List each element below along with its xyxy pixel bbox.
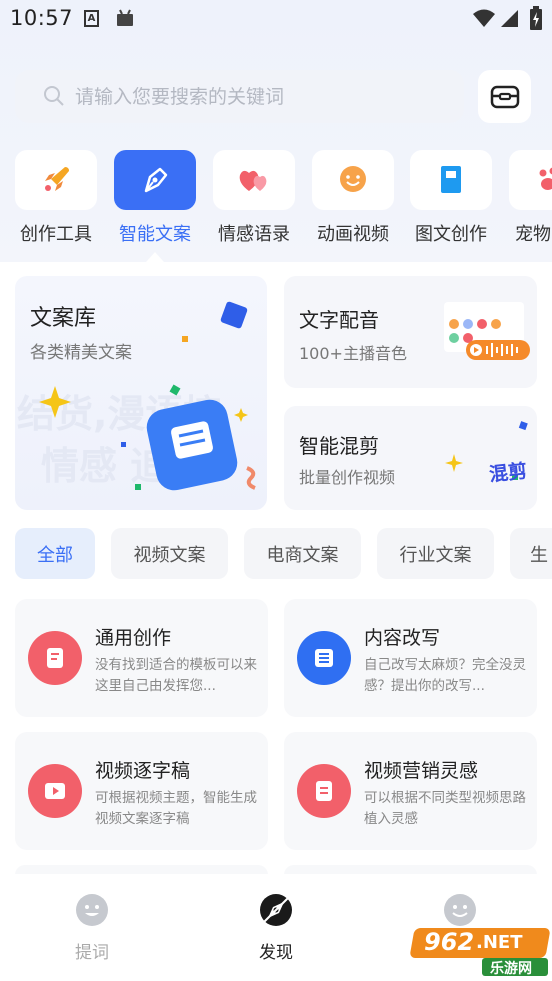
remix-badge: 混剪 (488, 460, 529, 486)
text-dubbing-card[interactable]: 文字配音 100+主播音色 (284, 276, 537, 388)
battery-icon (530, 6, 542, 30)
hearts-icon (239, 170, 267, 191)
pen-nib-icon (144, 167, 168, 193)
compass-icon (260, 894, 292, 926)
template-title: 视频逐字稿 (95, 760, 191, 782)
category-create-tools[interactable]: 创作工具 (15, 150, 97, 246)
search-input[interactable] (75, 80, 445, 113)
filter-tab-video-copy[interactable]: 视频文案 (111, 528, 228, 579)
document-icon (297, 764, 351, 818)
note-icon (28, 631, 82, 685)
face-icon (444, 894, 476, 926)
search-icon (44, 86, 64, 106)
category-label: 宠物 (515, 224, 551, 245)
paw-icon (539, 167, 552, 190)
category-label: 动画视频 (317, 224, 389, 245)
dubbing-subtitle: 100+主播音色 (299, 344, 407, 363)
category-smart-copy[interactable]: 智能文案 (114, 150, 196, 246)
notification-a-icon: A (84, 10, 99, 27)
status-time: 10:57 (10, 6, 74, 30)
book-icon (441, 166, 461, 193)
template-title: 视频营销灵感 (364, 760, 479, 782)
smart-remix-card[interactable]: 智能混剪 批量创作视频 混剪 (284, 406, 537, 510)
filter-tab-industry-copy[interactable]: 行业文案 (377, 528, 494, 579)
category-label: 创作工具 (20, 224, 92, 245)
template-card-video-script[interactable]: 视频逐字稿 可根据视频主题，智能生成视频文案逐字稿 (15, 732, 268, 850)
wifi-icon (473, 9, 495, 27)
inbox-icon (490, 85, 519, 108)
category-tile (410, 150, 492, 210)
category-label: 图文创作 (415, 224, 487, 245)
category-label: 智能文案 (119, 224, 191, 245)
nav-label: 提词 (75, 943, 109, 963)
list-icon (297, 631, 351, 685)
nav-tab-discover[interactable]: 发现 (236, 892, 316, 963)
category-row: 创作工具 智能文案 情感语录 动画视频 图文创作 宠物 (0, 150, 552, 250)
template-card-general[interactable]: 通用创作 没有找到适合的模板可以来这里自己由发挥您... (15, 599, 268, 717)
signal-icon (501, 10, 518, 27)
category-tile (509, 150, 552, 210)
active-category-pointer (146, 252, 164, 262)
template-desc: 可根据视频主题，智能生成视频文案逐字稿 (95, 790, 257, 827)
category-tile (15, 150, 97, 210)
dubbing-title: 文字配音 (299, 308, 379, 332)
filter-tab-more[interactable]: 生 (510, 528, 552, 579)
category-label: 情感语录 (218, 224, 290, 245)
nav-label: 发现 (259, 943, 293, 963)
video-play-icon (28, 764, 82, 818)
status-bar: 10:57 A (0, 0, 552, 40)
template-title: 通用创作 (95, 627, 172, 649)
voice-illustration (444, 302, 530, 360)
drafts-box-button[interactable] (478, 70, 531, 123)
template-desc: 自己改写太麻烦？完全没灵感？提出你的改写... (364, 657, 526, 694)
remix-title: 智能混剪 (299, 434, 379, 458)
copy-library-card[interactable]: 结货,漫语搞 情感 追剧 文案库 各类精美文案 (15, 276, 267, 510)
category-tile (213, 150, 295, 210)
template-title: 内容改写 (364, 627, 441, 649)
category-tile (312, 150, 394, 210)
site-watermark-logo: 962 .NET 乐游网 (409, 928, 551, 977)
library-illustration (39, 301, 256, 491)
category-emotion-quotes[interactable]: 情感语录 (213, 150, 295, 246)
filter-tab-ecommerce-copy[interactable]: 电商文案 (244, 528, 361, 579)
face-icon (76, 894, 108, 926)
filter-tabs: 全部 视频文案 电商文案 行业文案 生 (0, 528, 552, 580)
filter-tab-all[interactable]: 全部 (15, 528, 95, 579)
template-desc: 没有找到适合的模板可以来这里自己由发挥您... (95, 657, 257, 694)
template-desc: 可以根据不同类型视频思路植入灵感 (364, 790, 526, 827)
smiley-icon (340, 166, 366, 192)
template-card-rewrite[interactable]: 内容改写 自己改写太麻烦？完全没灵感？提出你的改写... (284, 599, 537, 717)
remix-subtitle: 批量创作视频 (299, 468, 396, 487)
category-pets[interactable]: 宠物 (509, 150, 552, 246)
android-icon (117, 9, 133, 26)
category-animation-video[interactable]: 动画视频 (312, 150, 394, 246)
rocket-icon (45, 167, 69, 191)
nav-tab-prompter[interactable]: 提词 (52, 892, 132, 963)
category-tile (114, 150, 196, 210)
category-image-text[interactable]: 图文创作 (410, 150, 492, 246)
template-card-video-marketing[interactable]: 视频营销灵感 可以根据不同类型视频思路植入灵感 (284, 732, 537, 850)
search-bar[interactable] (15, 70, 464, 123)
